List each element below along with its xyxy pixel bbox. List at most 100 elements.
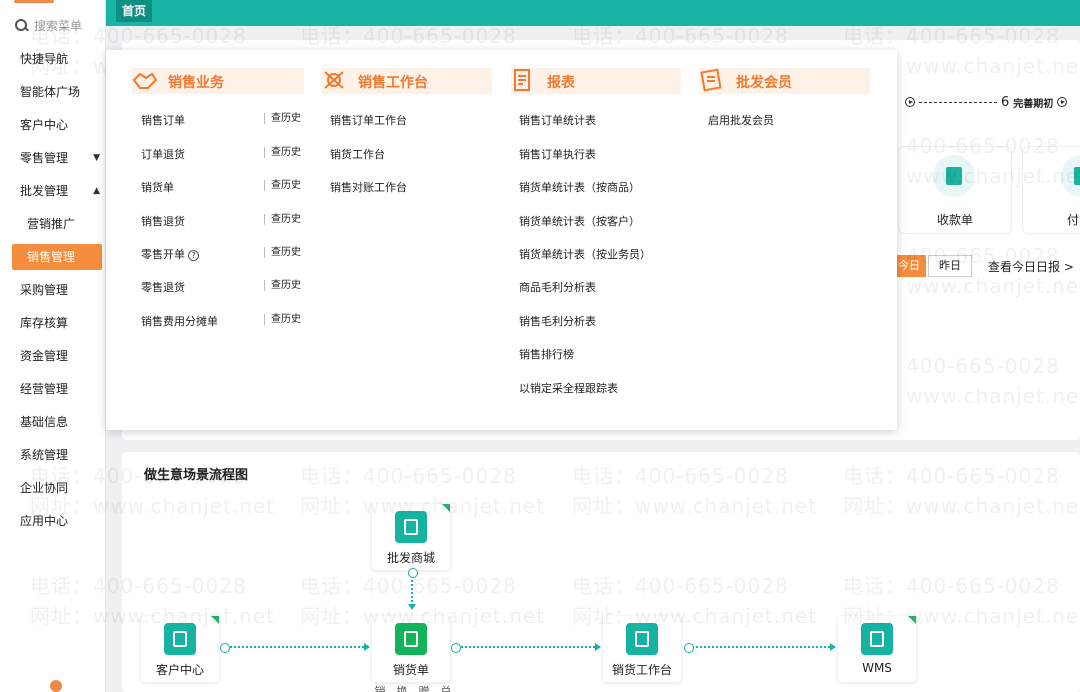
history-link[interactable]: 查历史 (264, 113, 301, 124)
sales-mega-menu: 销售业务 销售订单 订单退货 销货单 销售退货 零售开单? 零售退货 销售费用分… (106, 50, 897, 430)
sidebar-item-sales-management[interactable]: 销售管理 (12, 244, 102, 270)
history-link[interactable]: 查历史 (264, 147, 301, 158)
menu-item-expense-allocation[interactable]: 销售费用分摊单 (141, 313, 218, 329)
history-link[interactable]: 查历史 (264, 280, 301, 291)
clipboard-icon (395, 623, 427, 655)
menu-item-report[interactable]: 销售排行榜 (519, 346, 574, 362)
node-label: WMS (862, 661, 892, 675)
menu-item-delivery-workbench[interactable]: 销货工作台 (330, 146, 385, 162)
flow-title: 做生意场景流程图 (144, 468, 249, 483)
tile-label: 付 (1067, 213, 1080, 227)
top-bar: 首页 (106, 0, 1080, 26)
step-label[interactable]: 完善期初 (1013, 95, 1053, 110)
menu-item-report[interactable]: 销售毛利分析表 (519, 313, 596, 329)
menu-item-sales-return[interactable]: 销售退货 (141, 213, 185, 229)
gear-icon[interactable] (50, 680, 62, 692)
tab-home[interactable]: 首页 (116, 0, 153, 22)
handshake-icon (132, 72, 158, 89)
sidebar-item-inventory[interactable]: 库存核算 (0, 308, 106, 338)
sidebar-item-marketing[interactable]: 营销推广 (0, 209, 106, 239)
period-steps: 6 完善期初 (905, 94, 1080, 110)
flow-card (122, 452, 1080, 692)
node-label: 销货单 (392, 663, 429, 677)
menu-item-enable-member[interactable]: 启用批发会员 (708, 112, 774, 128)
sidebar-item-retail[interactable]: 零售管理 ▼ (0, 143, 106, 173)
sidebar-item-label: 系统管理 (20, 448, 69, 462)
history-link[interactable]: 查历史 (264, 180, 301, 191)
sidebar-item-customer-center[interactable]: 客户中心 (0, 110, 106, 140)
tile-receipt[interactable]: 收款单 (898, 146, 1012, 234)
sidebar-item-label: 采购管理 (20, 283, 69, 297)
flow-node-workbench[interactable]: 销货工作台 (603, 616, 681, 682)
chevron-up-icon: ▲ (93, 186, 100, 196)
flow-node-sale[interactable]: 销货单 (372, 616, 450, 682)
yesterday-button[interactable]: 昨日 (928, 255, 972, 277)
sidebar-item-operations[interactable]: 经营管理 (0, 374, 106, 404)
sidebar-item-agent-square[interactable]: 智能体广场 (0, 77, 106, 107)
menu-item-report[interactable]: 销售订单执行表 (519, 146, 596, 162)
monitor-icon (626, 623, 658, 655)
flow-node-customer[interactable]: 客户中心 (141, 616, 219, 682)
sidebar-item-app-center[interactable]: 应用中心 (0, 506, 106, 536)
report-icon (514, 69, 530, 91)
chevron-down-icon: ▼ (93, 153, 100, 163)
flow-node-wms[interactable]: WMS (838, 616, 916, 682)
search-input[interactable]: 搜索菜单 (34, 17, 82, 34)
corner-flag (908, 616, 916, 624)
search-icon (14, 18, 28, 32)
sale-subtypes: 销、换、赠、兑 (374, 685, 452, 692)
flow-arrow (451, 643, 601, 653)
sidebar-item-collaboration[interactable]: 企业协同 (0, 473, 106, 503)
menu-item-report[interactable]: 销货单统计表（按客户） (519, 213, 640, 229)
sidebar-item-quick-nav[interactable]: 快捷导航 (0, 44, 106, 74)
sidebar-item-label: 基础信息 (20, 415, 69, 429)
sidebar-item-label: 零售管理 (20, 151, 69, 165)
node-label: 客户中心 (155, 663, 204, 677)
store-icon (395, 511, 427, 543)
history-link[interactable]: 查历史 (264, 314, 301, 325)
menu-item-retail-order[interactable]: 零售开单? (141, 246, 199, 262)
sidebar-item-label: 经营管理 (20, 382, 69, 396)
history-link[interactable]: 查历史 (264, 214, 301, 225)
chart-icon (164, 623, 196, 655)
sidebar-item-funds[interactable]: 资金管理 (0, 341, 106, 371)
sidebar-item-label: 库存核算 (20, 316, 69, 330)
sidebar-item-system[interactable]: 系统管理 (0, 440, 106, 470)
menu-item-reconciliation-workbench[interactable]: 销售对账工作台 (330, 179, 407, 195)
menu-item-report[interactable]: 以销定采全程跟踪表 (519, 380, 618, 396)
menu-item-sales-order[interactable]: 销售订单 (141, 112, 185, 128)
menu-search[interactable]: 搜索菜单 (14, 14, 106, 36)
sidebar-item-label: 企业协同 (20, 481, 69, 495)
sidebar-item-wholesale[interactable]: 批发管理 ▲ (0, 176, 106, 206)
menu-item-report[interactable]: 商品毛利分析表 (519, 279, 596, 295)
tile-payment[interactable]: 付 (1022, 146, 1080, 234)
history-link[interactable]: 查历史 (264, 247, 301, 258)
sidebar-item-label: 智能体广场 (20, 85, 81, 99)
payment-icon (1061, 155, 1080, 197)
sidebar-item-label: 应用中心 (20, 514, 69, 528)
menu-item-retail-return[interactable]: 零售退货 (141, 279, 185, 295)
flow-arrow (684, 643, 836, 653)
step-marker-icon (905, 97, 915, 107)
menu-item-sales-slip[interactable]: 销货单 (141, 179, 174, 195)
step-connector (919, 101, 997, 103)
tile-label: 收款单 (936, 213, 973, 227)
sidebar-item-basic-info[interactable]: 基础信息 (0, 407, 106, 437)
menu-group-title: 批发会员 (736, 75, 792, 91)
daily-report-link[interactable]: 查看今日日报 > (988, 258, 1074, 275)
menu-item-order-return[interactable]: 订单退货 (141, 146, 185, 162)
sidebar-item-label: 营销推广 (27, 217, 76, 231)
menu-item-sales-order-workbench[interactable]: 销售订单工作台 (330, 112, 407, 128)
menu-group-sales-business: 销售业务 (132, 68, 304, 94)
help-icon[interactable]: ? (188, 250, 199, 261)
today-button[interactable]: 今日 (896, 255, 926, 277)
sidebar-item-purchase[interactable]: 采购管理 (0, 275, 106, 305)
menu-item-report[interactable]: 销货单统计表（按业务员） (519, 246, 651, 262)
flow-arrow-vertical (408, 568, 418, 610)
sidebar-item-label: 批发管理 (20, 184, 69, 198)
flow-node-mall[interactable]: 批发商城 (372, 504, 450, 570)
menu-item-report[interactable]: 销货单统计表（按商品） (519, 179, 640, 195)
menu-item-report[interactable]: 销售订单统计表 (519, 112, 596, 128)
corner-flag (442, 504, 450, 512)
menu-group-reports: 报表 (511, 68, 681, 94)
